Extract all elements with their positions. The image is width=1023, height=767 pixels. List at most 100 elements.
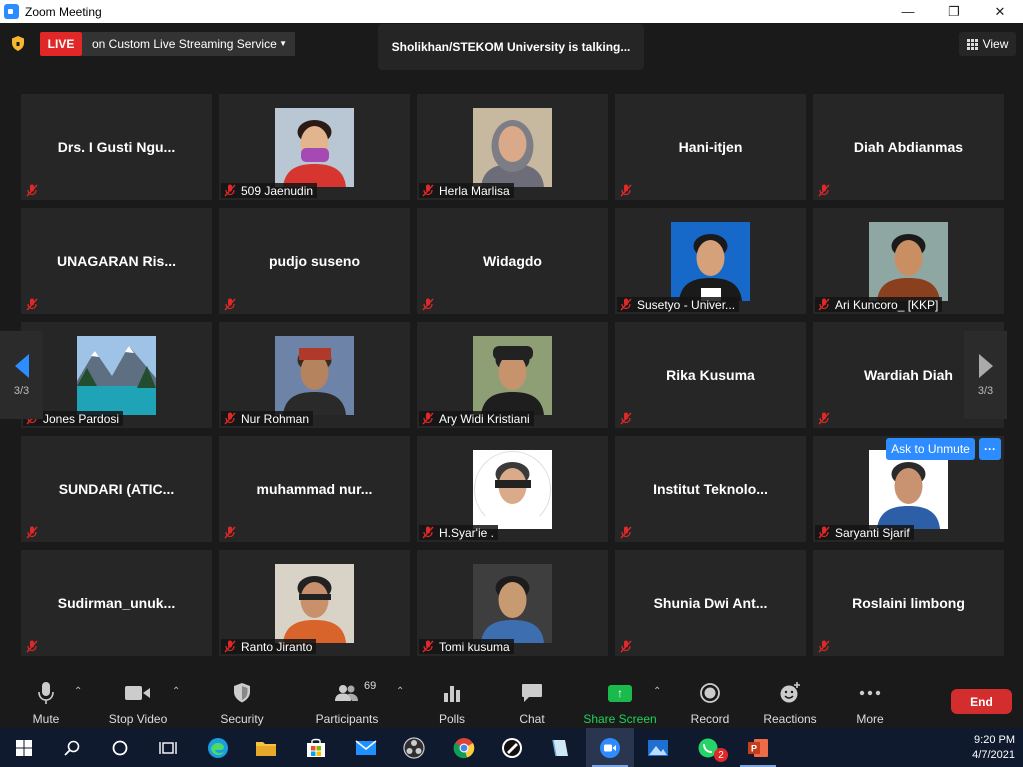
chat-button[interactable]: Chat (514, 670, 550, 728)
participant-tile[interactable]: Diah Abdianmas (813, 94, 1004, 200)
participant-name: Widagdo (483, 253, 542, 269)
participant-tile[interactable]: Ari Kuncoro_ [KKP] (813, 208, 1004, 314)
participant-tile[interactable]: SUNDARI (ATIC... (21, 436, 212, 542)
participant-tile[interactable]: Nur Rohman (219, 322, 410, 428)
more-button[interactable]: More (852, 670, 888, 728)
mute-options-caret[interactable]: ⌃ (74, 686, 82, 697)
participant-label: Susetyo - Univer... (617, 297, 740, 312)
obs-studio-icon[interactable] (390, 728, 438, 767)
participant-label: Saryanti Sjarif (815, 525, 914, 540)
chat-label: Chat (519, 712, 545, 726)
polls-button[interactable]: Polls (433, 670, 471, 728)
video-options-caret[interactable]: ⌃ (172, 686, 180, 697)
participants-count: 69 (364, 680, 377, 692)
participant-tile[interactable]: UNAGARAN Ris... (21, 208, 212, 314)
participant-label-text: 509 Jaenudin (241, 183, 314, 198)
participant-tile[interactable]: Shunia Dwi Ant... (615, 550, 806, 656)
mic-muted-icon (617, 183, 635, 198)
participant-tile[interactable]: Tomi kusuma (417, 550, 608, 656)
participant-tile[interactable]: Roslaini limbong (813, 550, 1004, 656)
participant-tile[interactable]: pudjo suseno (219, 208, 410, 314)
participant-name: Drs. I Gusti Ngu... (57, 139, 176, 155)
cortana-icon[interactable] (96, 728, 144, 767)
participant-video (869, 222, 948, 301)
reactions-emoji-icon (779, 680, 801, 706)
maximize-button[interactable]: ❐ (931, 0, 977, 23)
live-badge[interactable]: LIVE (40, 32, 82, 56)
zoom-taskbar-icon[interactable] (586, 728, 634, 767)
participant-label (23, 297, 45, 312)
record-label: Record (690, 712, 730, 726)
participant-tile[interactable]: Sudirman_unuk... (21, 550, 212, 656)
mute-button[interactable]: Mute (28, 670, 64, 728)
participant-tile[interactable]: Drs. I Gusti Ngu... (21, 94, 212, 200)
participant-tile[interactable]: Jones Pardosi (21, 322, 212, 428)
participant-tile[interactable]: Ranto Jiranto (219, 550, 410, 656)
live-service-dropdown[interactable]: on Custom Live Streaming Service ▼ (82, 32, 295, 56)
photos-icon[interactable] (634, 728, 682, 767)
svg-text:P: P (751, 743, 757, 753)
next-page-button[interactable]: 3/3 (964, 331, 1007, 419)
participant-label (23, 525, 45, 540)
reactions-button[interactable]: Reactions (763, 670, 817, 728)
file-explorer-icon[interactable] (242, 728, 290, 767)
participant-label (617, 525, 639, 540)
windows-start-icon[interactable] (0, 728, 48, 767)
participant-tile[interactable]: Ary Widi Kristiani (417, 322, 608, 428)
close-button[interactable]: ✕ (977, 0, 1023, 23)
stop-video-button[interactable]: Stop Video (106, 670, 170, 728)
ask-to-unmute-button[interactable]: Ask to Unmute (886, 438, 975, 460)
participant-tile[interactable]: Institut Teknolo... (615, 436, 806, 542)
record-button[interactable]: Record (688, 670, 732, 728)
participant-label: Ranto Jiranto (221, 639, 317, 654)
caret-down-icon: ▼ (279, 39, 287, 48)
security-shield-icon[interactable] (11, 36, 25, 51)
participant-tile[interactable]: Widagdo (417, 208, 608, 314)
participant-video (77, 336, 156, 415)
participant-tile[interactable]: 509 Jaenudin (219, 94, 410, 200)
grid-view-icon (966, 38, 978, 50)
view-button[interactable]: View (959, 32, 1016, 56)
participant-video (671, 222, 750, 301)
minimize-button[interactable]: — (885, 0, 931, 23)
participant-label (815, 183, 837, 198)
powerpoint-icon[interactable]: P (734, 728, 782, 767)
participant-tile[interactable]: muhammad nur... (219, 436, 410, 542)
share-options-caret[interactable]: ⌃ (653, 686, 661, 697)
participant-tile[interactable]: Susetyo - Univer... (615, 208, 806, 314)
participant-tile[interactable]: H.Syar'ie . (417, 436, 608, 542)
mic-muted-icon (23, 525, 41, 540)
title-bar: Zoom Meeting — ❐ ✕ (0, 0, 1023, 23)
chrome-icon[interactable] (440, 728, 488, 767)
participant-video (473, 564, 552, 643)
more-dots-icon (859, 680, 881, 706)
search-icon[interactable] (48, 728, 96, 767)
participants-button[interactable]: 69 Participants (313, 670, 381, 728)
microsoft-store-icon[interactable] (292, 728, 340, 767)
participant-tile[interactable]: Hani-itjen (615, 94, 806, 200)
system-clock[interactable]: 9:20 PM 4/7/2021 (972, 728, 1015, 767)
tile-more-button[interactable]: ··· (979, 438, 1001, 460)
live-service-label: on Custom Live Streaming Service (92, 37, 277, 51)
participant-tile[interactable]: Rika Kusuma (615, 322, 806, 428)
mail-icon[interactable] (342, 728, 390, 767)
participants-options-caret[interactable]: ⌃ (396, 686, 404, 697)
polls-bar-chart-icon (443, 680, 461, 706)
security-label: Security (220, 712, 264, 726)
participant-label (221, 297, 243, 312)
page-indicator-left: 3/3 (13, 385, 30, 397)
edge-browser-icon[interactable] (194, 728, 242, 767)
participant-tile[interactable]: Herla Marlisa (417, 94, 608, 200)
share-screen-button[interactable]: ↑ Share Screen (583, 670, 657, 728)
whatsapp-icon[interactable]: 2 (684, 728, 732, 767)
task-view-icon[interactable] (144, 728, 192, 767)
participant-video (275, 564, 354, 643)
notepad-icon[interactable] (536, 728, 584, 767)
end-meeting-button[interactable]: End (951, 689, 1012, 714)
window-controls: — ❐ ✕ (885, 0, 1023, 23)
participant-label (23, 639, 45, 654)
security-button[interactable]: Security (217, 670, 267, 728)
previous-page-button[interactable]: 3/3 (0, 331, 43, 419)
participant-label: 509 Jaenudin (221, 183, 318, 198)
inkscape-icon[interactable] (488, 728, 536, 767)
